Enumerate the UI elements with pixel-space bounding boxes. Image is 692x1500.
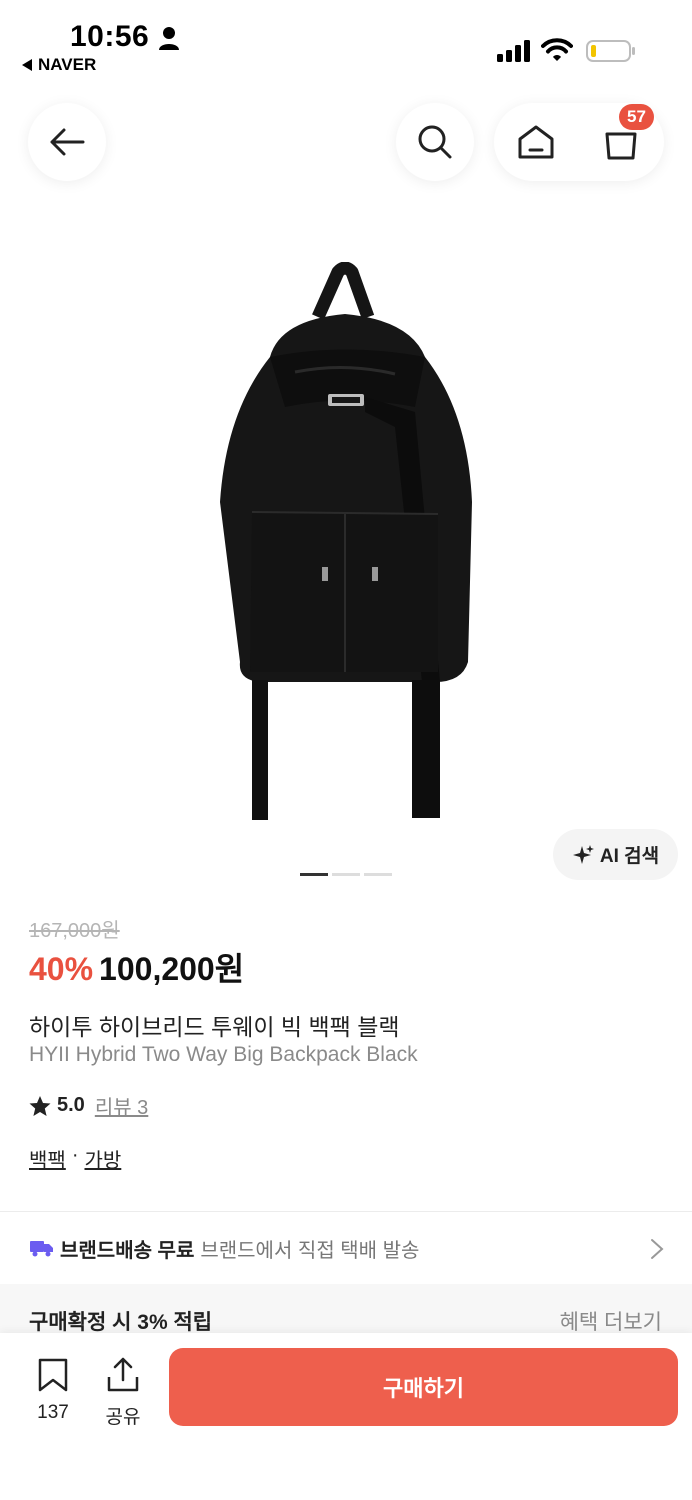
product-title-en: HYII Hybrid Two Way Big Backpack Black — [29, 1043, 418, 1066]
carousel-dot-active[interactable] — [300, 873, 328, 876]
price-row: 40% 100,200원 — [29, 944, 244, 990]
sale-price: 100,200원 — [99, 951, 245, 987]
back-triangle-icon — [22, 59, 32, 71]
back-app-label: NAVER — [38, 55, 97, 74]
rating-row: 5.0 리뷰 3 — [29, 1091, 148, 1120]
carousel-indicator — [300, 873, 392, 876]
review-link[interactable]: 리뷰 3 — [95, 1091, 148, 1120]
share-icon — [107, 1357, 139, 1392]
star-icon — [29, 1095, 51, 1116]
status-time: 10:56 — [70, 20, 150, 53]
cellular-signal-icon — [497, 40, 530, 62]
product-title-ko: 하이투 하이브리드 투웨이 빅 백팩 블랙 — [29, 1014, 400, 1040]
ai-search-button[interactable]: AI 검색 — [553, 829, 678, 880]
cart-button[interactable]: 57 — [601, 104, 654, 162]
original-price: 167,000원 — [29, 920, 120, 942]
ai-search-label: AI 검색 — [599, 846, 660, 867]
wifi-icon — [541, 38, 573, 61]
bottom-action-bar: 137 공유 구매하기 — [0, 1333, 692, 1500]
benefit-more-link[interactable]: 혜택 더보기 — [560, 1306, 662, 1336]
category-breadcrumb: 백팩 · 가방 — [29, 1144, 121, 1173]
back-to-app[interactable]: NAVER — [22, 55, 96, 75]
carousel-dot[interactable] — [364, 873, 392, 876]
category-link-backpack[interactable]: 백팩 — [29, 1144, 66, 1173]
bookmark-button[interactable]: 137 — [30, 1357, 76, 1424]
category-separator: · — [71, 1144, 79, 1166]
share-label: 공유 — [105, 1407, 141, 1428]
cart-count-badge: 57 — [619, 104, 654, 130]
benefit-label: 구매확정 시 3% 적립 — [29, 1311, 213, 1334]
product-image[interactable] — [200, 262, 490, 827]
shipping-desc: 브랜드에서 직접 택배 발송 — [200, 1239, 420, 1262]
shipping-label: 브랜드배송 무료 — [60, 1239, 195, 1262]
home-icon[interactable] — [517, 124, 555, 160]
sparkle-icon — [572, 844, 594, 864]
status-bar: 10:56 NAVER — [0, 0, 692, 90]
search-button[interactable] — [396, 103, 474, 181]
person-icon — [159, 27, 179, 50]
truck-icon — [30, 1241, 53, 1257]
bookmark-icon — [38, 1358, 68, 1392]
chevron-right-icon — [651, 1239, 664, 1259]
share-button[interactable]: 공유 — [100, 1357, 146, 1429]
nav-home-cart-group: 57 — [494, 103, 664, 181]
discount-rate: 40% — [29, 951, 94, 987]
category-link-bag[interactable]: 가방 — [84, 1144, 121, 1173]
bookmark-count: 137 — [37, 1402, 69, 1423]
search-icon — [418, 125, 452, 159]
buy-button[interactable]: 구매하기 — [169, 1348, 678, 1426]
carousel-dot[interactable] — [332, 873, 360, 876]
back-button[interactable] — [28, 103, 106, 181]
battery-icon — [586, 40, 635, 62]
arrow-left-icon — [50, 128, 85, 156]
rating-value: 5.0 — [57, 1094, 85, 1116]
shipping-info-row[interactable]: 브랜드배송 무료 브랜드에서 직접 택배 발송 — [0, 1212, 692, 1284]
